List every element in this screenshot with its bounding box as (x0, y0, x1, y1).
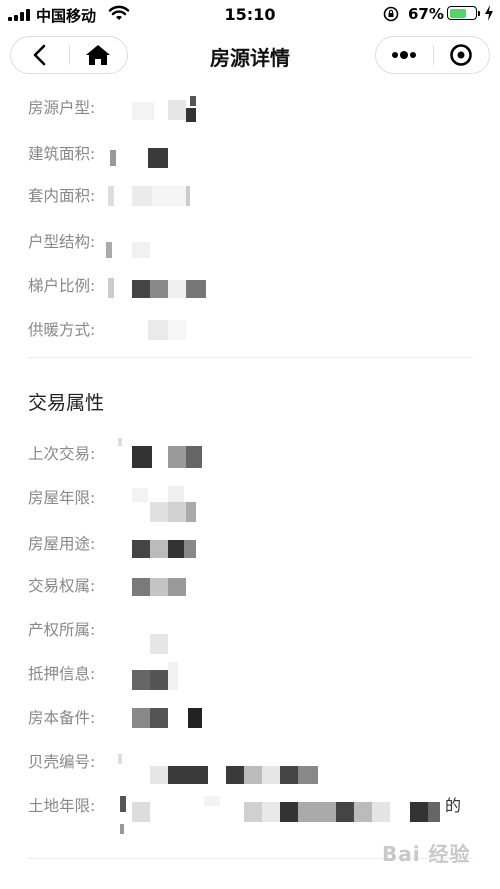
redacted-value (150, 670, 168, 690)
redacted-value (118, 438, 122, 446)
section-divider (28, 357, 473, 358)
redacted-value (132, 708, 150, 728)
redacted-value (354, 802, 372, 822)
redacted-value (132, 488, 148, 502)
redacted-value (336, 802, 354, 822)
redacted-value (204, 796, 220, 806)
close-button[interactable] (433, 37, 490, 73)
redacted-value (298, 802, 336, 822)
redacted-value (108, 186, 114, 206)
redacted-value (150, 708, 168, 728)
redacted-value (168, 446, 186, 468)
redacted-value (186, 446, 202, 468)
more-button[interactable] (376, 37, 433, 73)
redacted-value (190, 96, 196, 106)
redacted-value (150, 766, 168, 784)
label-house-years: 房屋年限: (28, 489, 96, 507)
redacted-value (132, 186, 152, 206)
battery-percent: 67% (408, 5, 444, 23)
redacted-value (106, 242, 112, 258)
redacted-value (150, 502, 168, 522)
redacted-value (168, 280, 186, 298)
label-house-type: 房源户型: (28, 99, 96, 117)
rotation-lock-icon (383, 6, 399, 22)
redacted-value (120, 824, 124, 834)
redacted-value (150, 634, 168, 654)
redacted-value (118, 754, 122, 764)
redacted-value (262, 766, 280, 784)
redacted-value (150, 280, 168, 298)
charging-icon (485, 5, 493, 21)
section-title-trade: 交易属性 (28, 392, 105, 414)
redacted-value (372, 802, 390, 822)
redacted-value (120, 796, 126, 812)
redacted-value (132, 540, 150, 558)
label-last-trade: 上次交易: (28, 445, 96, 463)
redacted-value (168, 502, 186, 522)
status-bar: 中国移动 15:10 67% (0, 0, 500, 30)
redacted-value (186, 186, 190, 206)
redacted-value (108, 278, 114, 298)
label-trade-rights: 交易权属: (28, 577, 96, 595)
redacted-value (244, 766, 262, 784)
redacted-value (428, 802, 440, 822)
redacted-value (226, 766, 244, 784)
label-heating: 供暖方式: (28, 321, 96, 339)
land-years-tail: 的 (445, 796, 462, 815)
label-land-years: 土地年限: (28, 797, 96, 815)
redacted-value (244, 802, 262, 822)
battery-icon (447, 6, 480, 20)
redacted-value (168, 320, 186, 340)
redacted-value (186, 502, 196, 522)
redacted-value (152, 186, 186, 206)
watermark: Bai 经验 (382, 842, 471, 866)
redacted-value (168, 578, 186, 596)
redacted-value (150, 578, 168, 596)
redacted-value (298, 766, 318, 784)
redacted-value (186, 280, 206, 298)
label-build-area: 建筑面积: (28, 145, 96, 163)
redacted-value (280, 802, 298, 822)
redacted-value (148, 148, 168, 168)
more-dots-icon (392, 51, 417, 59)
redacted-value (168, 540, 184, 558)
target-circle-icon (449, 44, 472, 66)
redacted-value (280, 766, 298, 784)
redacted-value (186, 108, 196, 122)
redacted-value (148, 320, 168, 340)
redacted-value (168, 100, 186, 120)
label-listing-id: 贝壳编号: (28, 753, 96, 771)
label-elevator-ratio: 梯户比例: (28, 277, 96, 295)
redacted-value (150, 540, 168, 558)
redacted-value (132, 242, 150, 258)
redacted-value (184, 540, 196, 558)
redacted-value (110, 150, 116, 166)
redacted-value (262, 802, 280, 822)
redacted-value (132, 102, 154, 120)
redacted-value (188, 708, 202, 728)
redacted-value (132, 280, 150, 298)
redacted-value (410, 802, 428, 822)
redacted-value (168, 486, 184, 502)
label-inner-area: 套内面积: (28, 187, 96, 205)
redacted-value (132, 446, 152, 468)
label-mortgage: 抵押信息: (28, 665, 96, 683)
redacted-value (132, 670, 150, 690)
label-house-usage: 房屋用途: (28, 535, 96, 553)
label-structure: 户型结构: (28, 233, 96, 251)
label-deed-copy: 房本备件: (28, 709, 96, 727)
nav-capsule-right (375, 36, 490, 74)
redacted-value (132, 578, 150, 596)
redacted-value (132, 802, 150, 822)
label-property-owner: 产权所属: (28, 621, 96, 639)
nav-bar: 房源详情 (0, 30, 500, 80)
redacted-value (168, 662, 178, 690)
redacted-value (168, 766, 208, 784)
